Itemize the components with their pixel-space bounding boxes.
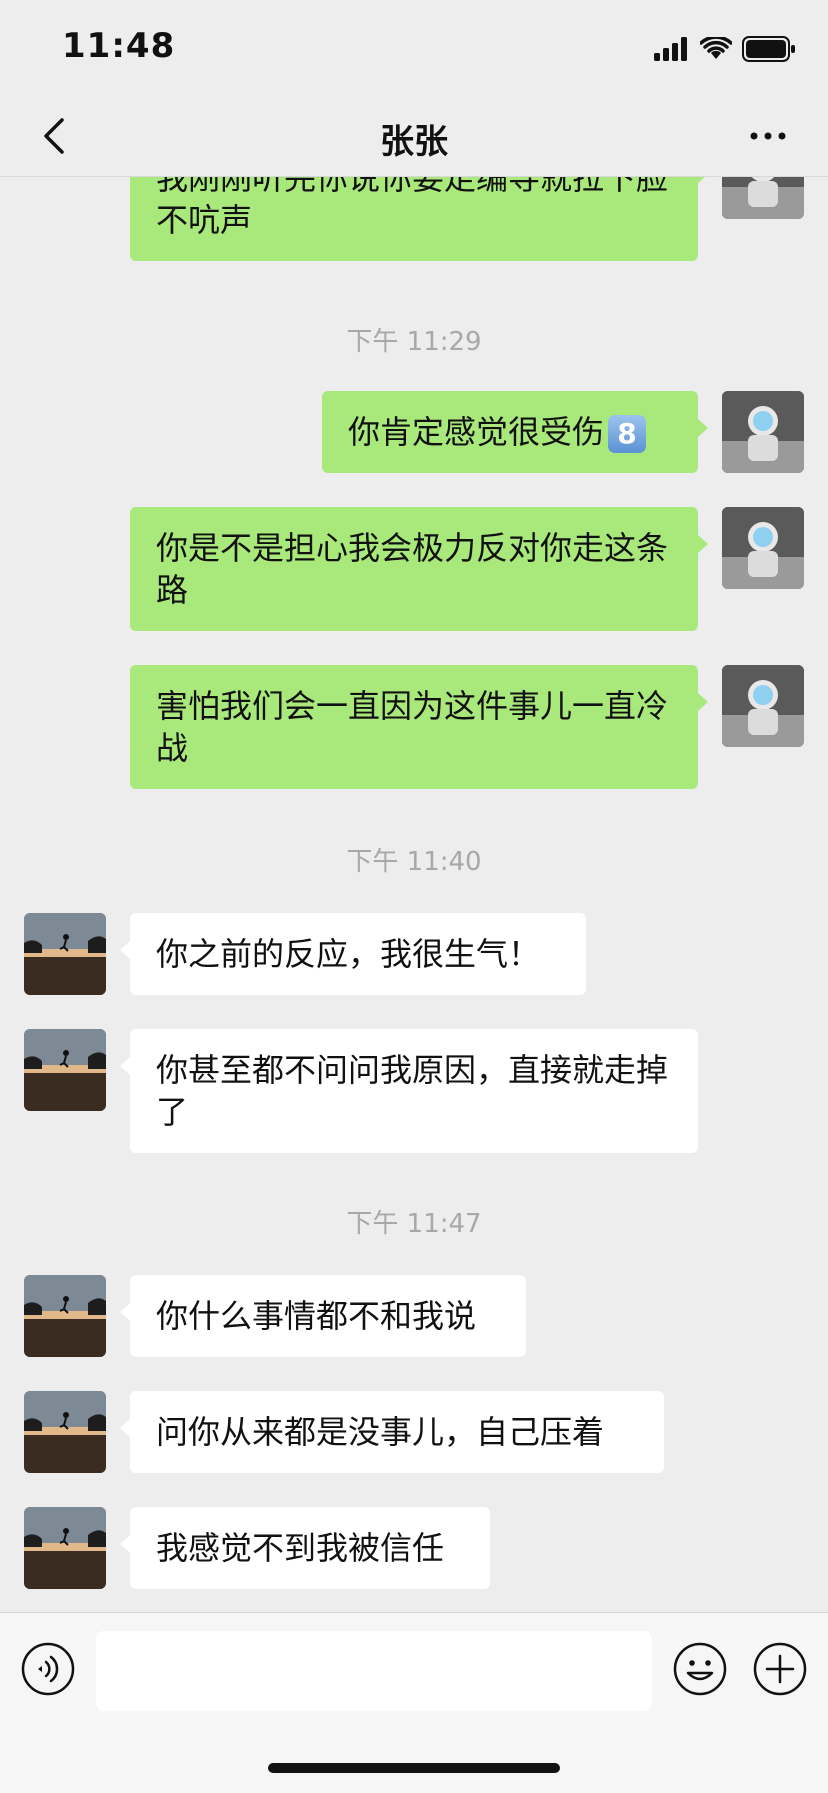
more-icon [750, 132, 786, 140]
battery-icon [742, 36, 796, 66]
astronaut-avatar-icon [722, 391, 804, 473]
astronaut-avatar-icon [722, 177, 804, 219]
message-text: 问你从来都是没事儿，自己压着 [156, 1413, 605, 1451]
message-text: 害怕我们会一直因为这件事儿一直冷战 [156, 687, 669, 767]
chat-area[interactable]: 我刚刚听完你说你要走编导就拉下脸不吭声 下午 11:29 你肯定感觉很受伤 8 你… [0, 177, 828, 1612]
sunset-silhouette-avatar-icon [24, 1507, 106, 1589]
more-button[interactable] [748, 126, 788, 146]
timestamp: 下午 11:29 [346, 327, 482, 357]
message-bubble-outgoing[interactable]: 我刚刚听完你说你要走编导就拉下脸不吭声 [130, 177, 708, 261]
message-text: 你肯定感觉很受伤 [348, 413, 605, 451]
input-bar [0, 1612, 828, 1793]
avatar-contact[interactable] [24, 1507, 106, 1589]
status-bar: 11:48 [0, 0, 828, 100]
signal-icon [654, 37, 690, 65]
plus-button[interactable] [752, 1641, 808, 1697]
message-bubble-outgoing[interactable]: 你是不是担心我会极力反对你走这条路 [130, 507, 708, 631]
emoji-icon [673, 1642, 727, 1696]
message-bubble-incoming[interactable]: 你甚至都不问问我原因，直接就走掉了 [120, 1029, 698, 1153]
message-bubble-incoming[interactable]: 我感觉不到我被信任 [120, 1507, 490, 1589]
sunset-silhouette-avatar-icon [24, 1275, 106, 1357]
wifi-icon [699, 35, 733, 65]
astronaut-avatar-icon [722, 507, 804, 589]
chat-title: 张张 [380, 122, 448, 162]
message-bubble-outgoing[interactable]: 害怕我们会一直因为这件事儿一直冷战 [130, 665, 708, 789]
sunset-silhouette-avatar-icon [24, 913, 106, 995]
avatar-self[interactable] [722, 391, 804, 473]
emoji-button[interactable] [672, 1641, 728, 1697]
home-indicator[interactable] [268, 1763, 560, 1773]
astronaut-avatar-icon [722, 665, 804, 747]
message-text: 你是不是担心我会极力反对你走这条路 [156, 529, 669, 609]
voice-button[interactable] [20, 1641, 76, 1697]
message-text: 你甚至都不问问我原因，直接就走掉了 [156, 1051, 669, 1131]
avatar-contact[interactable] [24, 1029, 106, 1111]
sunset-silhouette-avatar-icon [24, 1391, 106, 1473]
message-text: 我刚刚听完你说你要走编导就拉下脸不吭声 [156, 177, 669, 239]
nav-bar: 张张 [0, 100, 828, 177]
avatar-self[interactable] [722, 665, 804, 747]
avatar-contact[interactable] [24, 913, 106, 995]
plus-icon [753, 1642, 807, 1696]
sunset-silhouette-avatar-icon [24, 1029, 106, 1111]
keycap-8-emoji-icon: 8 [608, 415, 647, 453]
avatar-self[interactable] [722, 507, 804, 589]
message-text: 你之前的反应，我很生气！ [156, 935, 541, 973]
message-bubble-incoming[interactable]: 你之前的反应，我很生气！ [120, 913, 586, 995]
message-text: 你什么事情都不和我说 [156, 1297, 477, 1335]
status-icons [654, 35, 796, 66]
message-bubble-incoming[interactable]: 问你从来都是没事儿，自己压着 [120, 1391, 664, 1473]
avatar-contact[interactable] [24, 1275, 106, 1357]
message-bubble-incoming[interactable]: 你什么事情都不和我说 [120, 1275, 526, 1357]
timestamp: 下午 11:47 [346, 1209, 482, 1239]
avatar-contact[interactable] [24, 1391, 106, 1473]
message-text: 我感觉不到我被信任 [156, 1529, 445, 1567]
voice-icon [21, 1642, 75, 1696]
status-time: 11:48 [62, 26, 176, 66]
message-bubble-outgoing[interactable]: 你肯定感觉很受伤 8 [322, 391, 708, 473]
avatar-self[interactable] [722, 177, 804, 219]
message-input[interactable] [96, 1631, 652, 1711]
timestamp: 下午 11:40 [346, 847, 482, 877]
